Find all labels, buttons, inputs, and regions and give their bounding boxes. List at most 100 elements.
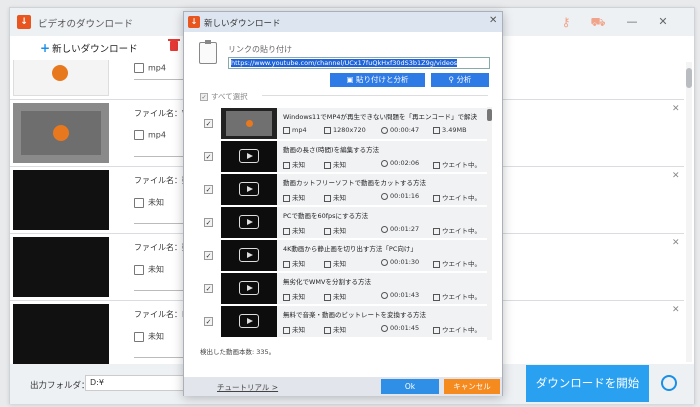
cancel-button[interactable]: キャンセル xyxy=(444,379,500,394)
video-duration: 00:01:45 xyxy=(381,324,419,332)
file-format-icon xyxy=(283,126,290,134)
video-title: 4K動画から静止画を切り出す方法「PC向け」 xyxy=(283,245,417,253)
row-close-icon[interactable]: ✕ xyxy=(672,238,680,248)
url-text: https://www.youtube.com/channel/UCx17fuQ… xyxy=(231,59,458,67)
file-format-icon xyxy=(134,130,144,140)
new-download-label: 新しいダウンロード xyxy=(52,44,138,55)
clock-icon xyxy=(381,192,388,200)
video-thumbnail xyxy=(221,240,277,271)
video-format: 未知 xyxy=(283,159,305,169)
row-close-icon[interactable]: ✕ xyxy=(672,104,680,114)
link-paste-label: リンクの貼り付け xyxy=(228,45,292,54)
video-title: Windows11でMP4が再生できない問題を「再エンコード」で解決 xyxy=(283,113,477,121)
folder-icon xyxy=(433,326,440,334)
video-row[interactable]: ✓ 無劣化でWMVを分割する方法 未知 未知 00:01:43 ウエイト中。 xyxy=(199,272,489,305)
video-list-scrollbar[interactable] xyxy=(487,107,492,340)
close-window-button[interactable]: ✕ xyxy=(655,14,671,30)
folder-icon xyxy=(433,293,440,301)
thumbnail-logo-icon xyxy=(53,125,69,141)
video-duration: 00:01:16 xyxy=(381,192,419,200)
video-thumbnail xyxy=(13,304,109,364)
video-format: 未知 xyxy=(283,324,305,334)
video-row[interactable]: ✓ Windows11でMP4が再生できない問題を「再エンコード」で解決 mp4 12… xyxy=(199,107,489,140)
video-size: ウエイト中。 xyxy=(433,192,481,202)
video-row[interactable]: ✓ 4K動画から静止画を切り出す方法「PC向け」 未知 未知 00:01:30 ウエイト中… xyxy=(199,239,489,272)
resolution-icon xyxy=(324,326,331,334)
file-format-icon xyxy=(283,194,290,202)
resolution-icon xyxy=(324,126,331,134)
row-close-icon[interactable]: ✕ xyxy=(672,305,680,315)
paste-and-analyze-button[interactable]: ▣ 貼り付けと分析 xyxy=(330,73,425,87)
divider xyxy=(262,95,488,96)
video-checkbox[interactable]: ✓ xyxy=(204,119,213,128)
row-format: 未知 xyxy=(134,197,164,208)
video-duration: 00:01:27 xyxy=(381,225,419,233)
file-format-icon xyxy=(134,264,144,275)
minimize-button[interactable]: — xyxy=(624,14,640,30)
clock-icon xyxy=(381,126,388,134)
scrollbar-thumb[interactable] xyxy=(686,68,692,88)
video-checkbox[interactable]: ✓ xyxy=(204,185,213,194)
video-thumbnail xyxy=(13,237,109,297)
play-icon xyxy=(239,182,259,196)
file-format-icon xyxy=(134,197,144,208)
alarm-clock-icon[interactable] xyxy=(661,375,677,391)
resolution-icon xyxy=(324,161,331,169)
video-item: 動画カットフリーソフトで動画をカットする方法 未知 未知 00:01:16 ウエイト中。 xyxy=(221,174,489,205)
video-checkbox[interactable]: ✓ xyxy=(204,251,213,260)
row-close-icon[interactable]: ✕ xyxy=(672,171,680,181)
detected-count: 検出した動画本数: 335。 xyxy=(200,348,276,356)
list-scrollbar[interactable] xyxy=(686,62,692,362)
video-checkbox[interactable]: ✓ xyxy=(204,317,213,326)
clipboard-icon: ▣ xyxy=(346,75,356,84)
trash-icon[interactable] xyxy=(168,39,180,51)
scrollbar-thumb[interactable] xyxy=(487,109,492,121)
cart-icon[interactable]: ⛟ xyxy=(590,14,606,30)
video-checkbox[interactable]: ✓ xyxy=(204,284,213,293)
url-input[interactable]: https://www.youtube.com/channel/UCx17fuQ… xyxy=(228,57,490,69)
video-item: PCで動画を60fpsにする方法 未知 未知 00:01:27 ウエイト中。 xyxy=(221,207,489,238)
start-download-button[interactable]: ダウンロードを開始 xyxy=(526,365,649,402)
video-row[interactable]: ✓ 動画カットフリーソフトで動画をカットする方法 未知 未知 00:01:16 ウエイト中… xyxy=(199,173,489,206)
video-size: ウエイト中。 xyxy=(433,258,481,268)
play-icon xyxy=(239,314,259,328)
video-row[interactable]: ✓ 無料で音楽・動画のビットレートを変換する方法 未知 未知 00:01:45 ウエイト中… xyxy=(199,305,489,338)
play-icon xyxy=(239,248,259,262)
folder-icon xyxy=(433,126,440,134)
video-format: 未知 xyxy=(283,258,305,268)
dialog-close-icon[interactable]: ✕ xyxy=(489,15,497,26)
dialog-title: 新しいダウンロード xyxy=(204,19,281,29)
resolution-icon xyxy=(324,260,331,268)
video-duration: 00:02:06 xyxy=(381,159,419,167)
folder-icon xyxy=(433,227,440,235)
row-format: mp4 xyxy=(134,130,166,140)
video-title: 動画の長さ(時間)を編集する方法 xyxy=(283,146,380,154)
video-row[interactable]: ✓ PCで動画を60fpsにする方法 未知 未知 00:01:27 ウエイト中。 xyxy=(199,206,489,239)
output-folder-label: 出力フォルダ： xyxy=(30,381,90,391)
clock-icon xyxy=(381,159,388,167)
video-checkbox[interactable]: ✓ xyxy=(204,218,213,227)
tutorial-link[interactable]: チュートリアル > xyxy=(217,382,278,393)
plus-icon: + xyxy=(40,41,51,55)
select-all-checkbox[interactable]: ✓ すべて選択 xyxy=(200,91,248,102)
video-thumbnail xyxy=(13,60,109,96)
video-thumbnail xyxy=(221,207,277,238)
file-format-icon xyxy=(283,260,290,268)
video-checkbox[interactable]: ✓ xyxy=(204,152,213,161)
video-row[interactable]: ✓ 動画の長さ(時間)を編集する方法 未知 未知 00:02:06 ウエイト中。 xyxy=(199,140,489,173)
analyze-button[interactable]: ⚲ 分析 xyxy=(431,73,489,87)
ok-button[interactable]: Ok xyxy=(381,379,439,394)
file-format-icon xyxy=(283,293,290,301)
video-thumbnail xyxy=(13,103,109,163)
video-resolution: 未知 xyxy=(324,291,346,301)
play-icon xyxy=(239,215,259,229)
file-format-icon xyxy=(134,331,144,342)
key-icon[interactable]: ⚷ xyxy=(558,14,574,30)
video-thumbnail xyxy=(221,141,277,172)
folder-icon xyxy=(433,194,440,202)
new-download-button[interactable]: + 新しいダウンロード xyxy=(40,41,138,55)
file-format-icon xyxy=(283,326,290,334)
video-title: 無料で音楽・動画のビットレートを変換する方法 xyxy=(283,311,426,319)
video-thumbnail xyxy=(221,306,277,337)
output-folder-field[interactable]: D:¥ xyxy=(85,375,185,391)
